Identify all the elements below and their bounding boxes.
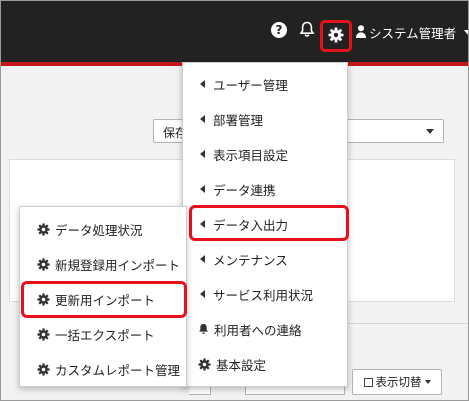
menu-item-user-management[interactable]: ユーザー管理 — [183, 71, 347, 97]
chevron-down-icon — [424, 380, 431, 384]
caret-left-icon — [200, 150, 205, 158]
view-toggle-label: 表示切替 — [375, 375, 422, 389]
menu-item-label: 利用者への連絡 — [214, 322, 302, 338]
question-circle-icon[interactable]: ? — [271, 22, 287, 38]
view-toggle-button[interactable]: 表示切替 — [352, 369, 442, 395]
gear-icon — [37, 257, 50, 271]
menu-item-label: データ連携 — [213, 182, 276, 198]
chevron-down-icon — [464, 30, 468, 35]
highlight-box — [189, 205, 349, 241]
caret-left-icon — [200, 80, 205, 88]
user-icon — [356, 24, 366, 41]
menu-item-label: ユーザー管理 — [213, 77, 288, 93]
submenu-item-label: カスタムレポート管理 — [55, 362, 181, 378]
menu-item-label: メンテナンス — [213, 252, 288, 268]
menu-item-basic-settings[interactable]: 基本設定 — [183, 351, 347, 377]
caret-left-icon — [200, 115, 205, 123]
submenu-item-label: 新規登録用インポート — [55, 257, 181, 273]
menu-item-display-settings[interactable]: 表示項目設定 — [183, 141, 347, 167]
gear-icon — [37, 327, 50, 341]
highlight-box — [21, 281, 187, 318]
chevron-down-icon — [426, 129, 434, 134]
menu-item-department-management[interactable]: 部署管理 — [183, 106, 347, 132]
bell-icon — [198, 323, 209, 335]
menu-item-data-integration[interactable]: データ連携 — [183, 176, 347, 202]
gear-icon — [37, 362, 50, 376]
menu-item-service-usage[interactable]: サービス利用状況 — [183, 281, 347, 307]
submenu-item-label: データ処理状況 — [55, 222, 143, 238]
square-icon — [363, 377, 373, 387]
menu-item-label: 基本設定 — [216, 357, 267, 373]
caret-left-icon — [200, 185, 205, 193]
gear-icon — [198, 357, 211, 371]
bell-icon[interactable] — [299, 21, 315, 41]
gear-icon — [328, 27, 344, 46]
menu-item-maintenance[interactable]: メンテナンス — [183, 246, 347, 272]
caret-left-icon — [200, 290, 205, 298]
user-menu[interactable]: システム管理者 — [356, 23, 468, 42]
menu-item-user-notice[interactable]: 利用者への連絡 — [183, 316, 347, 342]
user-name: システム管理者 — [369, 26, 457, 41]
menu-item-label: 部署管理 — [213, 112, 264, 128]
settings-button[interactable] — [320, 20, 352, 52]
caret-left-icon — [200, 255, 205, 263]
gear-icon — [37, 222, 50, 236]
menu-item-label: 表示項目設定 — [213, 147, 289, 163]
menu-item-label: サービス利用状況 — [213, 287, 314, 303]
submenu-item-processing-status[interactable]: データ処理状況 — [20, 216, 186, 242]
submenu-item-custom-report[interactable]: カスタムレポート管理 — [20, 356, 186, 382]
submenu-item-bulk-export[interactable]: 一括エクスポート — [20, 321, 186, 347]
submenu-item-label: 一括エクスポート — [55, 327, 155, 343]
submenu-item-new-import[interactable]: 新規登録用インポート — [20, 251, 186, 277]
app-window: ? システム管理者 保存 表示切替 ユーザー管理 部署管理 表示項目設定 データ… — [0, 0, 469, 401]
